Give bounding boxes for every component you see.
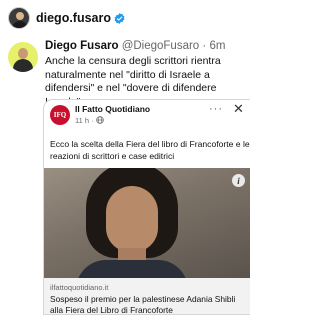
meta-separator: · xyxy=(202,40,207,52)
embedded-post-meta: 11 h · xyxy=(75,116,104,125)
author-handle[interactable]: @DiegoFusaro xyxy=(122,40,200,52)
publisher-name[interactable]: Il Fatto Quotidiano xyxy=(75,104,150,114)
author-avatar[interactable] xyxy=(8,42,38,72)
profile-header: diego.fusaro xyxy=(0,0,250,36)
info-icon[interactable]: i xyxy=(232,174,245,187)
link-preview[interactable]: ilfattoquotidiano.it Sospeso il premio p… xyxy=(44,278,250,314)
verified-badge-icon xyxy=(114,12,125,24)
embedded-post-card[interactable]: IFQ Il Fatto Quotidiano 11 h · ··· ✕ Ecc… xyxy=(43,99,250,315)
author-name[interactable]: Diego Fusaro xyxy=(45,40,118,52)
post-header: Diego Fusaro @DiegoFusaro · 6m xyxy=(45,40,255,56)
post-time: 6m xyxy=(209,40,226,52)
embedded-post-text: Ecco la scelta della Fiera del libro di … xyxy=(50,139,250,161)
publisher-logo[interactable]: IFQ xyxy=(50,105,70,125)
link-title[interactable]: Sospeso il premio per la palestinese Ada… xyxy=(50,294,250,314)
link-domain: ilfattoquotidiano.it xyxy=(50,283,109,292)
more-dots-icon[interactable]: ··· xyxy=(209,103,223,115)
embedded-post-header: IFQ Il Fatto Quotidiano 11 h · ··· ✕ xyxy=(44,100,250,134)
globe-icon xyxy=(95,116,104,124)
article-image[interactable]: i xyxy=(44,168,250,278)
close-icon[interactable]: ✕ xyxy=(233,101,244,117)
header-avatar[interactable] xyxy=(8,7,30,29)
header-handle[interactable]: diego.fusaro xyxy=(36,11,111,25)
